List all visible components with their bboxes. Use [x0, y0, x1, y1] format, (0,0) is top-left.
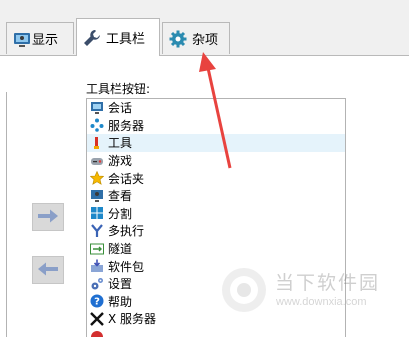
- list-item-label: 会话: [108, 101, 133, 116]
- x-server-icon: [90, 312, 104, 326]
- watermark-logo-icon: [222, 268, 266, 312]
- list-item-tools[interactable]: 工具: [87, 134, 345, 152]
- list-item-label: 查看: [108, 189, 133, 204]
- list-item-label: 设置: [108, 277, 133, 292]
- list-item-partial[interactable]: [87, 328, 345, 337]
- gear-icon: [169, 30, 187, 48]
- tab-display-label: 显示: [32, 33, 59, 48]
- arrow-left-icon: [37, 262, 59, 279]
- list-item-server[interactable]: 服务器: [87, 117, 345, 135]
- watermark-url: www.downxia.com: [276, 296, 367, 308]
- list-item-label: 分割: [108, 206, 133, 221]
- watermark: 当下软件园 www.downxia.com: [220, 264, 400, 324]
- tab-misc-label: 杂项: [192, 33, 219, 48]
- list-item-label: 隧道: [108, 242, 133, 257]
- settings-icon: [90, 277, 104, 291]
- multiexec-icon: [90, 224, 104, 238]
- monitor-user-icon: [13, 32, 30, 47]
- view-icon: [90, 189, 104, 203]
- tab-toolbar[interactable]: 工具栏: [76, 18, 160, 56]
- tab-display[interactable]: 显示: [6, 22, 74, 54]
- toolbar-buttons-title: 工具栏按钮:: [86, 82, 151, 96]
- tab-strip: 显示 工具栏 杂项: [0, 0, 409, 56]
- exit-icon: [90, 330, 104, 337]
- list-item-label: 多执行: [108, 224, 145, 239]
- list-item-label: 会话夹: [108, 171, 145, 186]
- tab-toolbar-label: 工具栏: [106, 32, 146, 47]
- tunnel-icon: [90, 242, 104, 256]
- list-item-label: 软件包: [108, 259, 145, 274]
- list-item-label: 服务器: [108, 118, 145, 133]
- package-icon: [90, 259, 104, 273]
- list-item-label: 工具: [108, 136, 133, 151]
- remove-button[interactable]: [32, 256, 64, 284]
- wrench-icon: [83, 29, 101, 47]
- available-buttons-list[interactable]: [0, 92, 7, 337]
- games-icon: [90, 154, 104, 168]
- star-folder-icon: [89, 170, 105, 186]
- tools-icon: [90, 136, 104, 150]
- watermark-title: 当下软件园: [275, 272, 381, 294]
- tab-misc[interactable]: 杂项: [162, 22, 230, 54]
- list-item-label: 帮助: [108, 294, 133, 309]
- list-item-label: 游戏: [108, 154, 133, 169]
- list-item-session[interactable]: 会话: [87, 99, 345, 117]
- svg-text:?: ?: [94, 297, 100, 308]
- list-item-multiexec[interactable]: 多执行: [87, 222, 345, 240]
- arrow-right-icon: [37, 209, 59, 226]
- server-icon: [90, 118, 104, 133]
- session-icon: [90, 101, 104, 115]
- add-button[interactable]: [32, 203, 64, 231]
- help-icon: ?: [90, 294, 104, 308]
- list-item-split[interactable]: 分割: [87, 205, 345, 223]
- list-item-games[interactable]: 游戏: [87, 152, 345, 170]
- list-item-view[interactable]: 查看: [87, 187, 345, 205]
- list-item-label: X 服务器: [108, 312, 157, 327]
- split-icon: [90, 206, 104, 220]
- list-item-session-folder[interactable]: 会话夹: [87, 169, 345, 187]
- list-item-tunnel[interactable]: 隧道: [87, 240, 345, 258]
